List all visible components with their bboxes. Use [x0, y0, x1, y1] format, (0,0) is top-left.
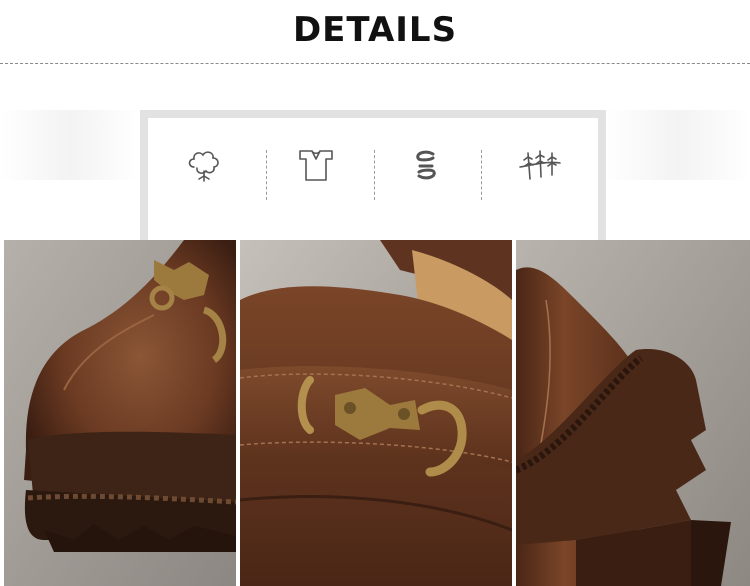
left-glow	[0, 110, 140, 180]
icon-separator	[481, 150, 482, 200]
feature-icon-row	[148, 130, 598, 200]
cotton-flower-icon	[148, 130, 260, 200]
t-shirt-icon	[260, 130, 372, 200]
wheat-grass-icon	[484, 130, 596, 200]
photo-heel-closeup	[516, 240, 750, 586]
photo-toe-closeup	[4, 240, 236, 586]
right-glow	[606, 110, 750, 180]
section-title: DETAILS	[292, 10, 458, 50]
stretch-wave-icon	[370, 130, 482, 200]
photo-buckle-closeup	[240, 240, 512, 586]
dashed-divider	[0, 63, 750, 64]
